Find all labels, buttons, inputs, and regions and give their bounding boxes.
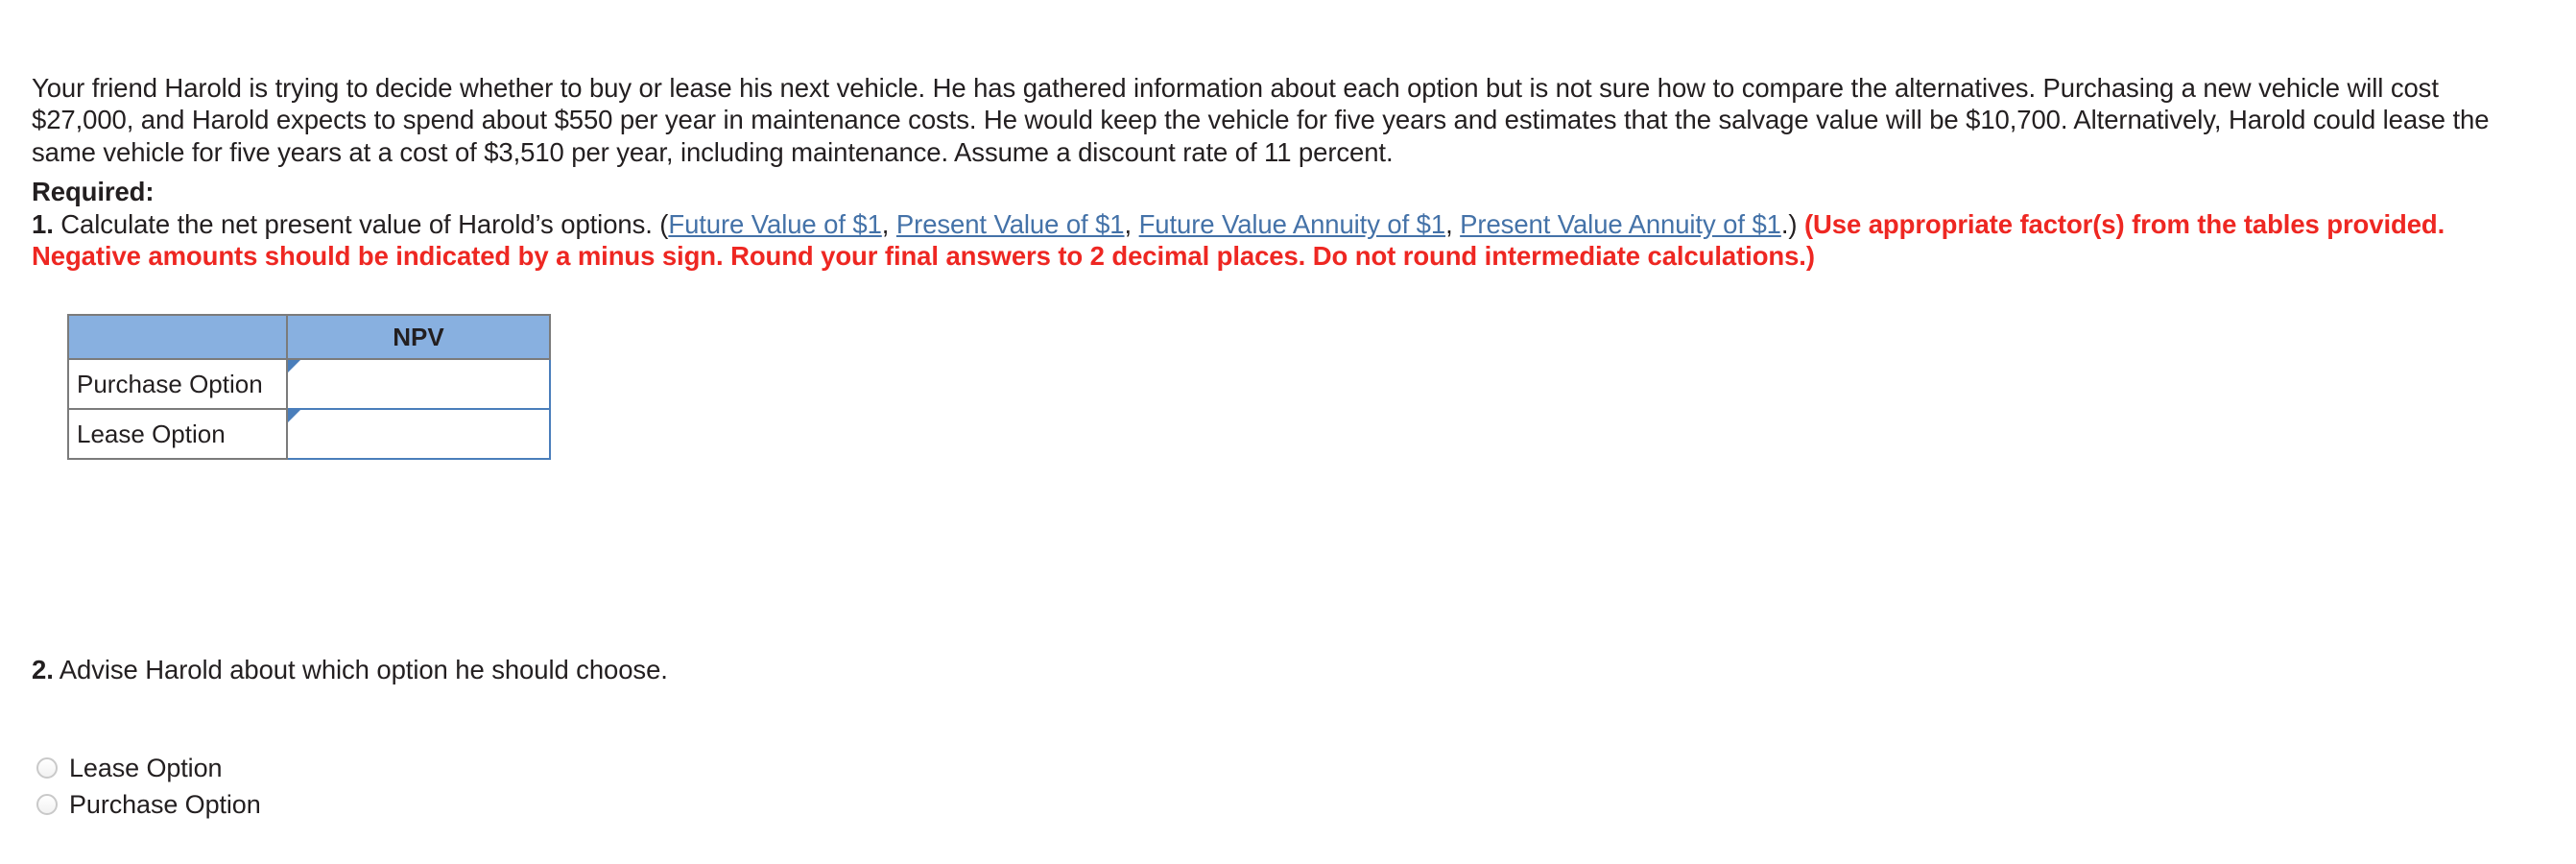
npv-cell-lease-option[interactable] bbox=[286, 408, 551, 460]
table-row: Lease Option bbox=[67, 408, 551, 460]
table-header-npv: NPV bbox=[286, 314, 551, 360]
npv-input-lease-option[interactable] bbox=[288, 410, 549, 458]
question-2: 2. Advise Harold about which option he s… bbox=[32, 654, 668, 686]
table-header-blank bbox=[67, 314, 288, 360]
choice-label-purchase-option: Purchase Option bbox=[69, 789, 261, 819]
required-section: Required: 1. Calculate the net present v… bbox=[32, 176, 2527, 273]
choice-purchase-option[interactable]: Purchase Option bbox=[36, 786, 261, 823]
choice-label-lease-option: Lease Option bbox=[69, 753, 223, 782]
question-2-text: Advise Harold about which option he shou… bbox=[53, 655, 668, 684]
link-separator-3: , bbox=[1445, 208, 1461, 239]
link-future-value-of-1[interactable]: Future Value of $1 bbox=[668, 209, 882, 239]
npv-cell-purchase-option[interactable] bbox=[286, 358, 551, 410]
question-2-choices: Lease Option Purchase Option bbox=[36, 750, 261, 823]
radio-button-lease-option[interactable] bbox=[36, 757, 58, 779]
npv-table: NPV Purchase Option Lease Option bbox=[67, 314, 551, 460]
table-row: Purchase Option bbox=[67, 358, 551, 410]
link-present-value-annuity-of-1[interactable]: Present Value Annuity of $1 bbox=[1460, 209, 1781, 239]
link-present-value-of-1[interactable]: Present Value of $1 bbox=[896, 209, 1125, 239]
table-header-row: NPV bbox=[67, 314, 551, 360]
required-item-1: 1. Calculate the net present value of Ha… bbox=[32, 208, 2527, 273]
link-separator-1: , bbox=[881, 208, 896, 239]
required-item-1-number: 1. bbox=[32, 208, 54, 239]
radio-button-purchase-option[interactable] bbox=[36, 794, 58, 815]
required-heading: Required: bbox=[32, 177, 155, 206]
required-item-1-text-after: .) bbox=[1780, 208, 1804, 239]
row-label-lease-option: Lease Option bbox=[67, 408, 288, 460]
worksheet-page: Your friend Harold is trying to decide w… bbox=[0, 0, 2576, 864]
question-2-number: 2. bbox=[32, 655, 54, 684]
choice-lease-option[interactable]: Lease Option bbox=[36, 750, 261, 786]
link-separator-2: , bbox=[1124, 208, 1139, 239]
npv-input-purchase-option[interactable] bbox=[288, 360, 549, 408]
required-item-1-text: Calculate the net present value of Harol… bbox=[53, 208, 669, 239]
link-future-value-annuity-of-1[interactable]: Future Value Annuity of $1 bbox=[1139, 209, 1446, 239]
problem-statement: Your friend Harold is trying to decide w… bbox=[32, 72, 2490, 167]
row-label-purchase-option: Purchase Option bbox=[67, 358, 288, 410]
